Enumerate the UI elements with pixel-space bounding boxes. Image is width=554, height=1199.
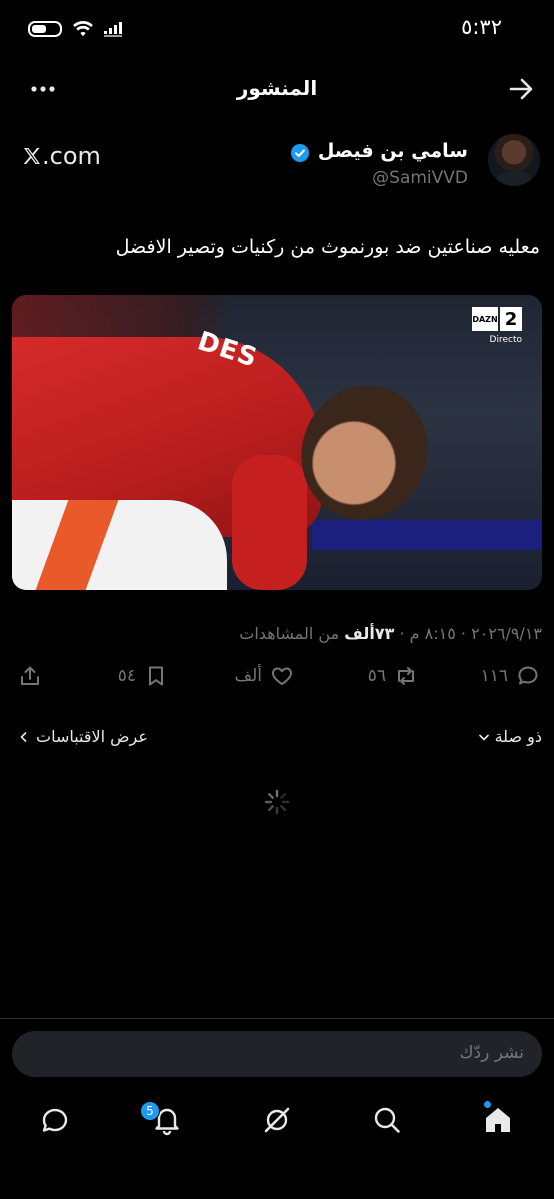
like-count: ألف	[234, 666, 262, 686]
quotes-label: عرض الاقتباسات	[36, 727, 148, 746]
share-button[interactable]	[18, 664, 42, 688]
bookmark-count: ٥٤	[117, 666, 136, 686]
home-icon[interactable]	[481, 1103, 515, 1137]
broadcaster-logo: DAZN 2 Directo	[472, 307, 522, 345]
signal-icon	[104, 22, 122, 37]
status-bar: ٥:٣٢	[0, 0, 554, 60]
reply-sort-dropdown[interactable]: ذو صلة	[477, 727, 542, 746]
tweet-media-image[interactable]: DES DAZN 2 Directo	[12, 295, 542, 590]
top-bar: المنشور	[0, 68, 554, 110]
author-name[interactable]: سامي بن فيصل	[318, 140, 468, 162]
heart-icon	[272, 667, 292, 685]
search-icon[interactable]	[370, 1103, 404, 1137]
media-ad-board	[312, 520, 542, 550]
reply-icon	[518, 666, 538, 685]
loading-spinner-icon	[264, 789, 290, 815]
battery-icon	[28, 21, 62, 37]
wifi-icon	[73, 21, 93, 37]
live-label: Directo	[489, 335, 522, 345]
tweet-meta: ٢٠٢٦/٩/١٣ · ٨:١٥ م · ٧٣ألف من المشاهدات	[12, 624, 542, 643]
dazn-logo: DAZN	[472, 307, 498, 331]
messages-icon[interactable]	[38, 1103, 72, 1137]
reply-placeholder[interactable]: نشر ردّك	[460, 1043, 524, 1063]
verified-badge-icon	[291, 144, 309, 162]
notifications-badge: 5	[140, 1101, 160, 1121]
bookmark-button[interactable]: ٥٤	[118, 664, 168, 688]
views-label: من المشاهدات	[239, 624, 340, 643]
status-icons	[28, 20, 124, 38]
home-unread-dot	[484, 1101, 491, 1108]
repost-button[interactable]: ٥٦	[368, 664, 418, 688]
tweet-time: ٨:١٥ م	[409, 624, 456, 643]
player-shorts	[12, 500, 227, 590]
composer-divider	[0, 1018, 554, 1019]
reply-count: ١١٦	[480, 666, 508, 686]
chevron-down-icon	[478, 733, 489, 741]
bottom-nav: 5	[0, 1095, 554, 1155]
like-button[interactable]: ألف	[234, 664, 294, 688]
meta-separator: ·	[394, 624, 410, 643]
reply-button[interactable]: ١١٦	[481, 664, 540, 688]
sort-label: ذو صلة	[494, 727, 542, 746]
back-arrow-icon[interactable]	[506, 74, 536, 104]
grok-icon[interactable]	[260, 1103, 294, 1137]
channel-number: 2	[500, 307, 522, 331]
bookmark-icon	[149, 666, 163, 686]
meta-separator: ·	[455, 624, 472, 643]
page-title: المنشور	[236, 76, 318, 100]
x-com-brand: .com	[22, 142, 101, 170]
repost-icon	[398, 667, 414, 685]
player-arm	[232, 455, 307, 590]
views-count[interactable]: ٧٣ألف	[344, 624, 394, 643]
tweet-actions: ١١٦ ٥٦ ألف ٥٤	[0, 664, 554, 700]
chevron-left-icon	[20, 731, 27, 742]
brand-domain: .com	[42, 142, 101, 170]
tweet-author: سامي بن فيصل @SamiVVD .com	[0, 134, 554, 200]
x-logo-icon	[23, 148, 40, 164]
view-quotes-link[interactable]: عرض الاقتباسات	[18, 727, 148, 746]
author-handle[interactable]: @SamiVVD	[372, 168, 468, 188]
tweet-date: ٢٠٢٦/٩/١٣	[471, 624, 542, 643]
repost-count: ٥٦	[367, 666, 386, 686]
share-icon	[21, 666, 39, 685]
reply-composer[interactable]: نشر ردّك	[12, 1031, 542, 1077]
status-time: ٥:٣٢	[461, 15, 502, 39]
avatar[interactable]	[488, 134, 540, 186]
tweet-text: معليه صناعتين ضد بورنموث من ركنيات وتصير…	[115, 236, 540, 258]
